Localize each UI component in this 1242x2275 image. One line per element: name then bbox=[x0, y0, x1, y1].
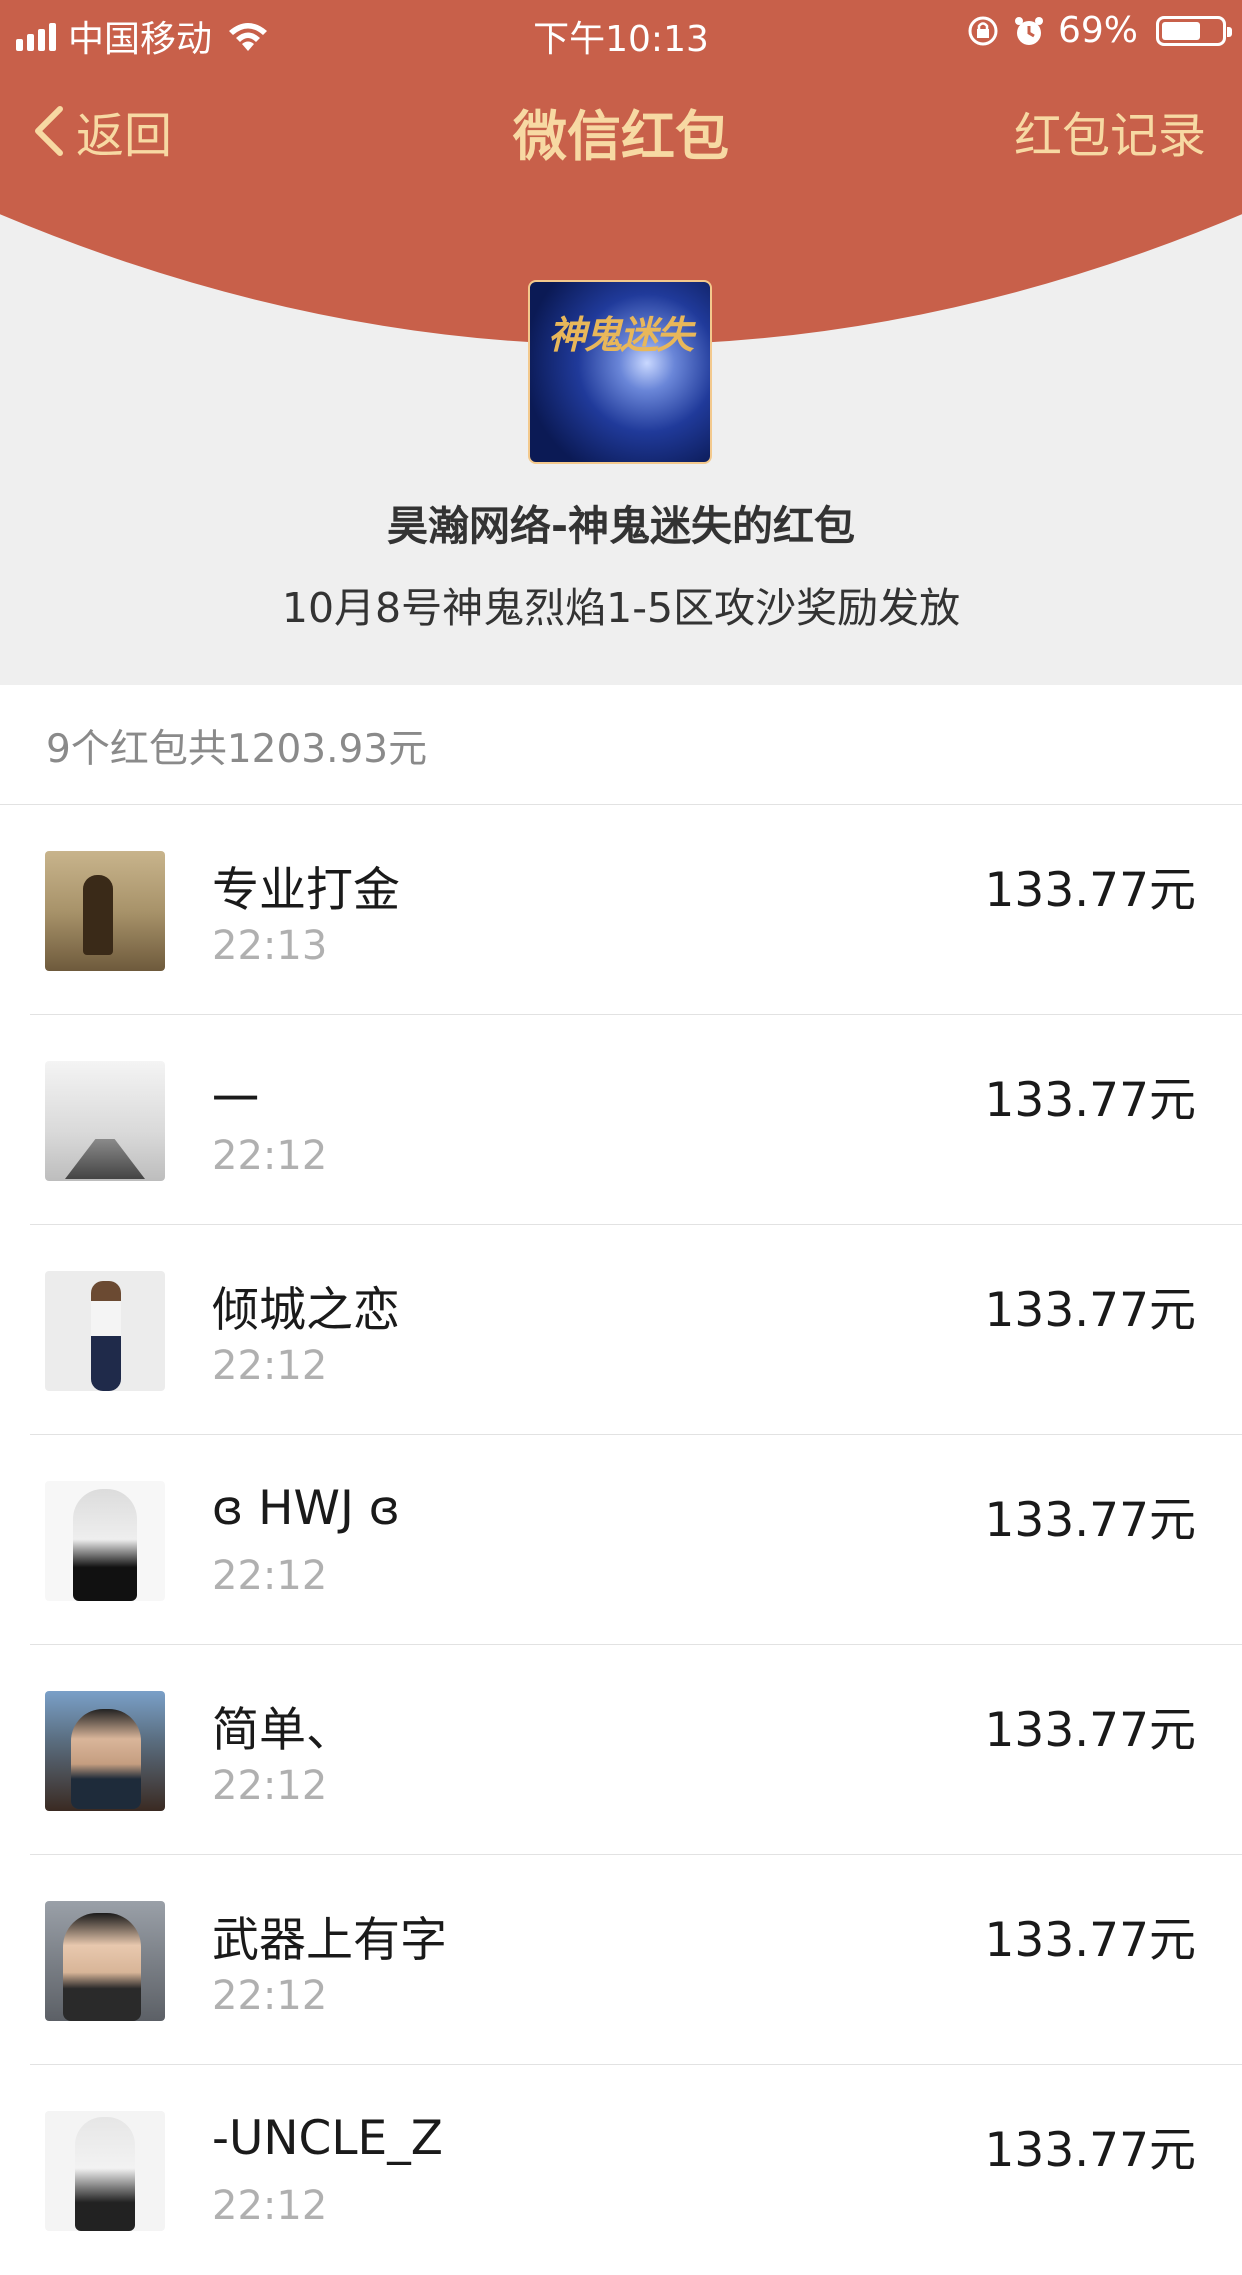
packet-summary: 9个红包共1203.93元 bbox=[46, 727, 428, 772]
rotation-lock-icon bbox=[968, 16, 998, 45]
recipient-amount: 133.77元 bbox=[984, 1913, 1196, 1968]
avatar bbox=[45, 1271, 165, 1391]
recipient-amount: 133.77元 bbox=[984, 1073, 1196, 1128]
recipient-name: 一 bbox=[212, 1073, 259, 1128]
recipient-time: 22:12 bbox=[212, 1763, 328, 1809]
recipient-time: 22:12 bbox=[212, 2183, 328, 2229]
status-right: 69% bbox=[966, 10, 1232, 51]
list-item[interactable]: ɞ HWJ ɞ 22:12 133.77元 bbox=[0, 1435, 1242, 1645]
recipient-amount: 133.77元 bbox=[984, 863, 1196, 918]
battery-percent: 69% bbox=[1057, 10, 1138, 51]
recipient-time: 22:12 bbox=[212, 1973, 328, 2019]
recipient-name: 简单、 bbox=[212, 1703, 353, 1758]
recipient-time: 22:12 bbox=[212, 1343, 328, 1389]
list-item[interactable]: 专业打金 22:13 133.77元 bbox=[0, 805, 1242, 1015]
recipient-amount: 133.77元 bbox=[984, 2123, 1196, 2178]
sender-message: 10月8号神鬼烈焰1-5区攻沙奖励发放 bbox=[281, 584, 961, 632]
sender-logo: 神鬼迷失 bbox=[528, 280, 712, 464]
nav-bar: 返回 微信红包 红包记录 bbox=[0, 88, 1242, 168]
recipient-name: 专业打金 bbox=[212, 863, 400, 918]
sender-name: 昊瀚网络-神鬼迷失的红包 bbox=[386, 502, 855, 550]
list-item[interactable]: -UNCLE_Z 22:12 133.77元 bbox=[0, 2065, 1242, 2275]
recipient-name: 武器上有字 bbox=[212, 1913, 447, 1968]
list-item[interactable]: 一 22:12 133.77元 bbox=[0, 1015, 1242, 1225]
recipient-name: -UNCLE_Z bbox=[212, 2111, 443, 2166]
avatar bbox=[45, 1481, 165, 1601]
list-item[interactable]: 简单、 22:12 133.77元 bbox=[0, 1645, 1242, 1855]
list-item[interactable]: 武器上有字 22:12 133.77元 bbox=[0, 1855, 1242, 2065]
recipient-amount: 133.77元 bbox=[984, 1493, 1196, 1548]
recipient-name: ɞ HWJ ɞ bbox=[212, 1481, 400, 1536]
red-packet-record-link[interactable]: 红包记录 bbox=[1014, 96, 1206, 166]
recipient-time: 22:13 bbox=[212, 923, 328, 969]
avatar bbox=[45, 1061, 165, 1181]
avatar bbox=[45, 1691, 165, 1811]
list-item[interactable]: 倾城之恋 22:12 133.77元 bbox=[0, 1225, 1242, 1435]
status-bar: 中国移动 下午10:13 69% bbox=[0, 0, 1242, 62]
recipient-time: 22:12 bbox=[212, 1133, 328, 1179]
alarm-icon bbox=[1014, 16, 1043, 45]
recipient-amount: 133.77元 bbox=[984, 1703, 1196, 1758]
avatar bbox=[45, 851, 165, 971]
logo-text: 神鬼迷失 bbox=[548, 313, 694, 357]
recipient-amount: 133.77元 bbox=[984, 1283, 1196, 1338]
avatar bbox=[45, 2111, 165, 2231]
recipient-name: 倾城之恋 bbox=[212, 1283, 400, 1338]
battery-icon bbox=[1156, 15, 1232, 46]
avatar bbox=[45, 1901, 165, 2021]
recipient-time: 22:12 bbox=[212, 1553, 328, 1599]
